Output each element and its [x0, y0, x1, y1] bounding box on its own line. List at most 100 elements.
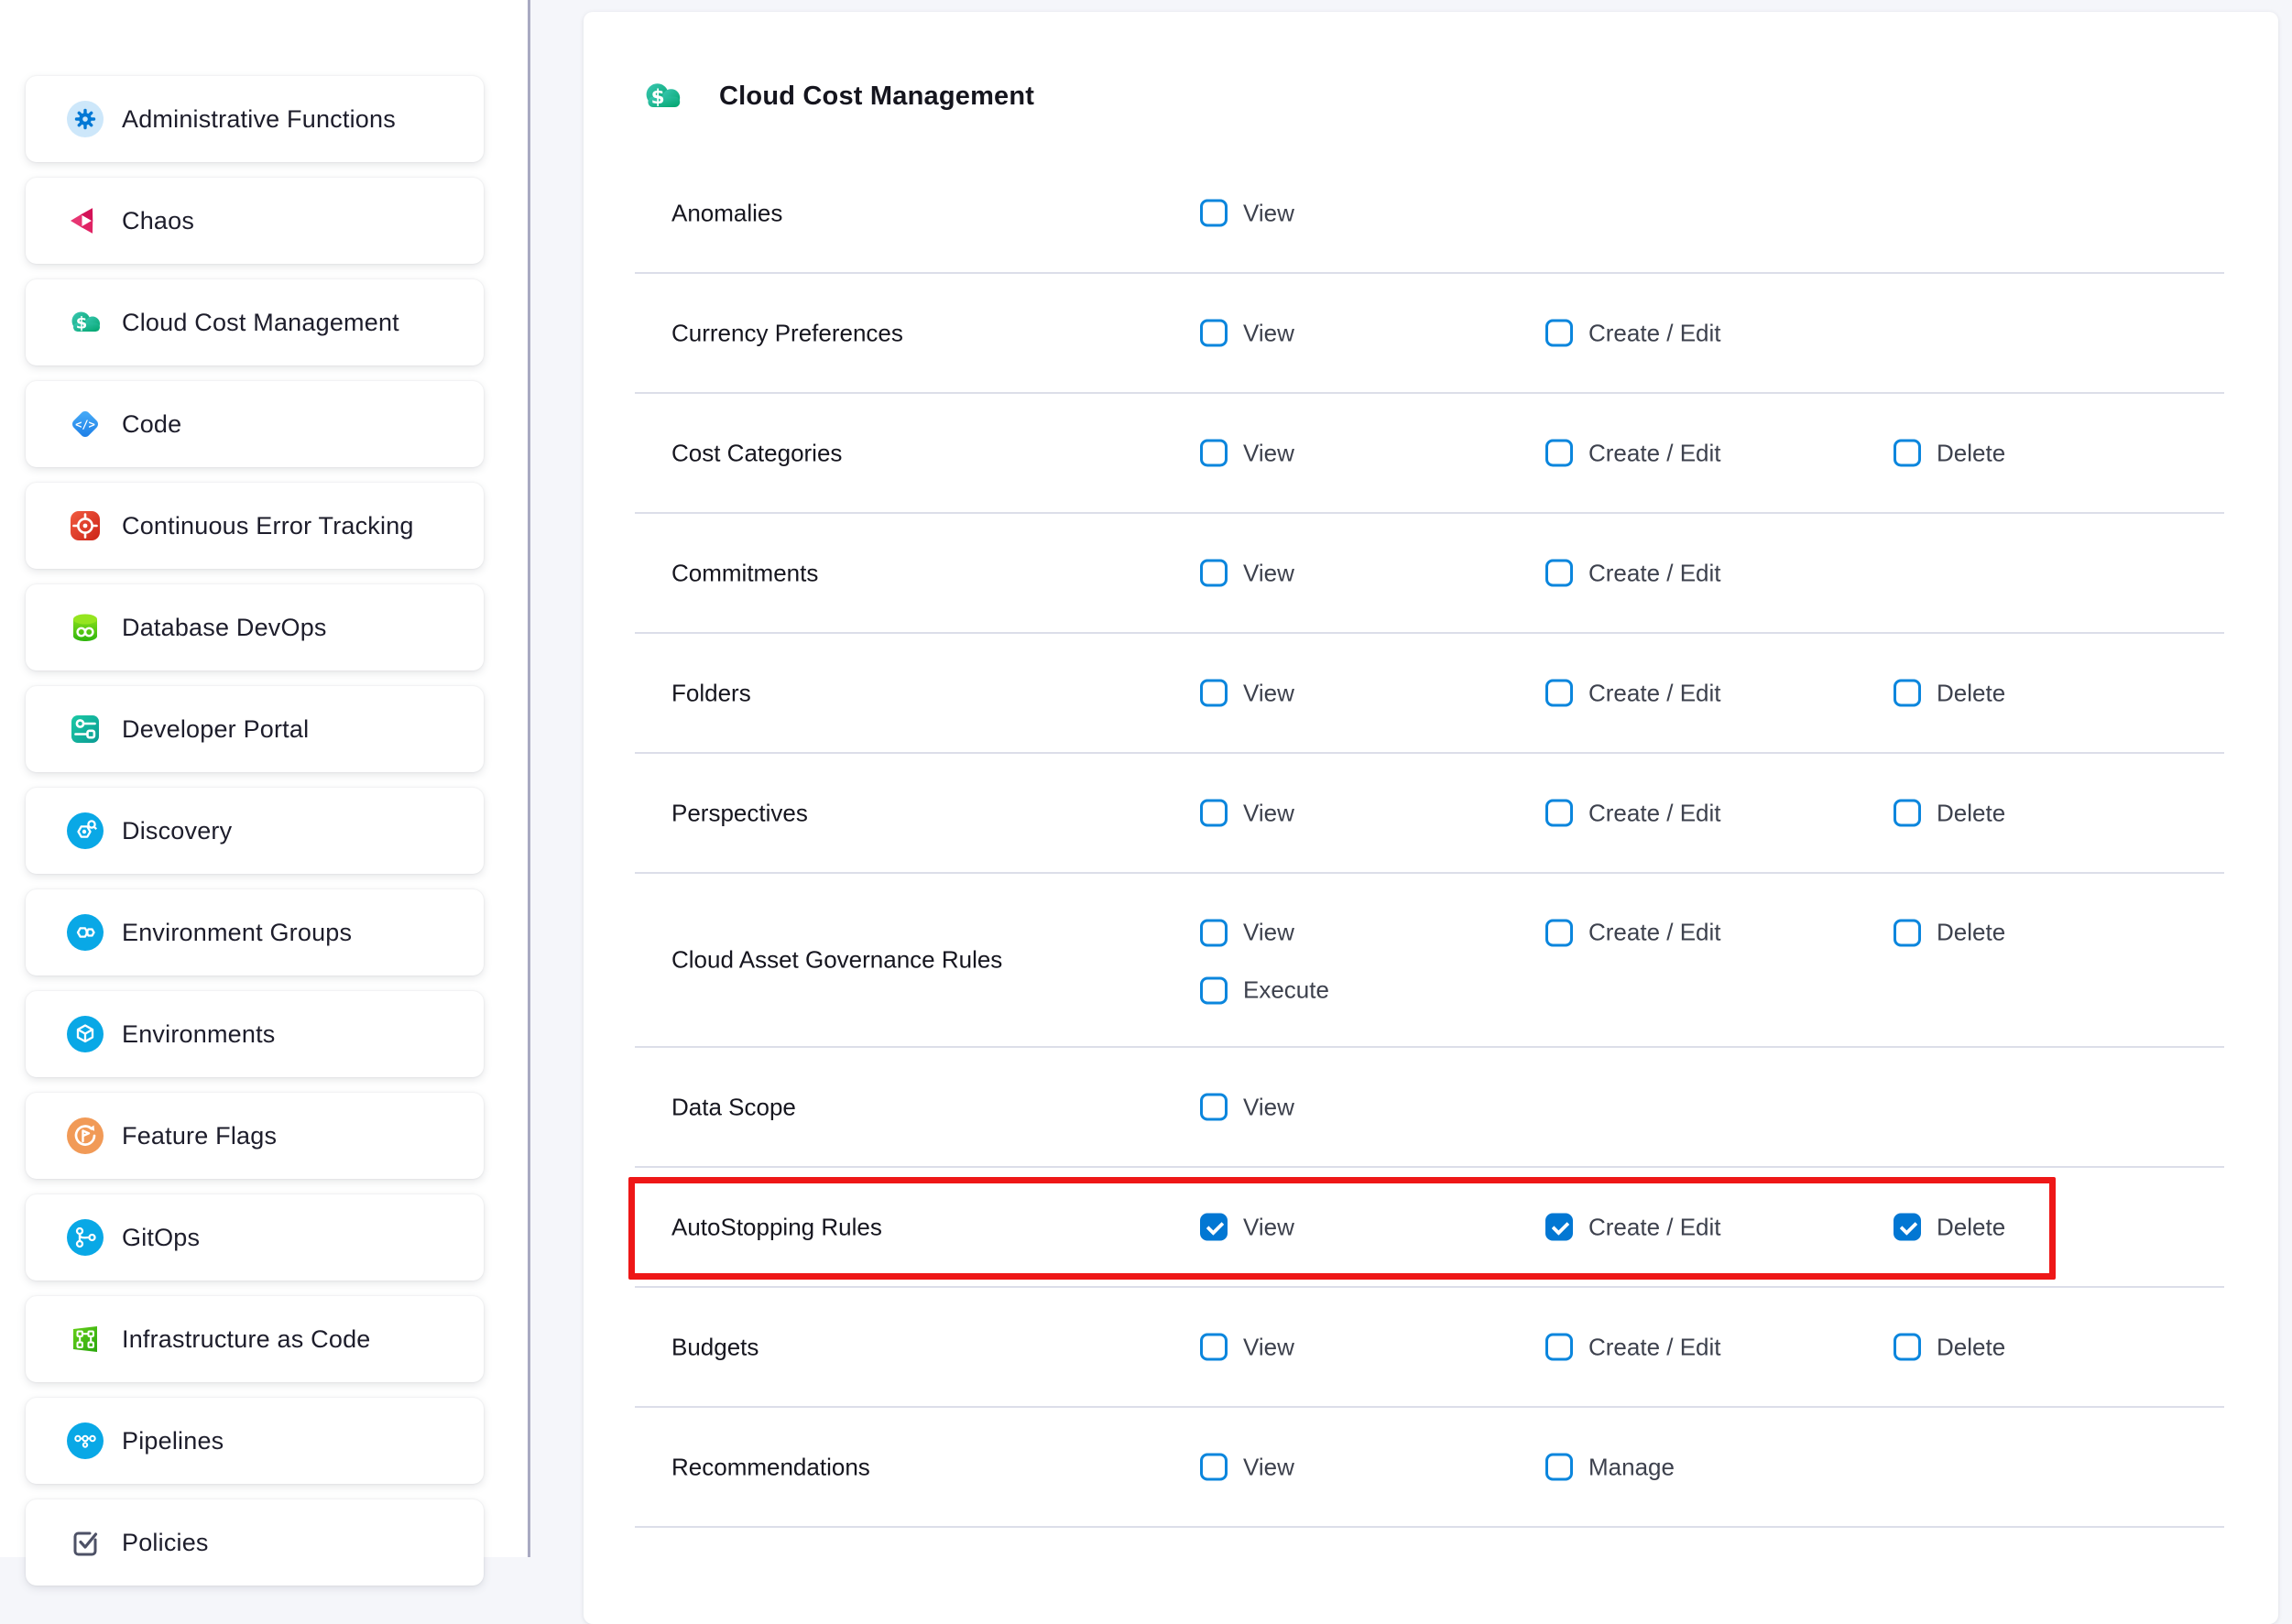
checkbox-label: View	[1243, 199, 1294, 227]
permission-cell-view: View	[1200, 439, 1294, 467]
permission-row-perspectives: PerspectivesViewCreate / EditDelete	[635, 754, 2224, 874]
checkbox-label: View	[1243, 799, 1294, 827]
view-checkbox[interactable]	[1200, 320, 1228, 347]
sidebar-item-label: Infrastructure as Code	[122, 1325, 371, 1354]
permission-cell-create-edit: Create / Edit	[1545, 1333, 1721, 1361]
permission-cell-delete: Delete	[1894, 1333, 2005, 1361]
create-edit-checkbox[interactable]	[1545, 919, 1573, 946]
view-checkbox[interactable]	[1200, 1094, 1228, 1121]
view-checkbox[interactable]	[1200, 440, 1228, 467]
environments-icon	[67, 1016, 104, 1052]
create-edit-checkbox[interactable]	[1545, 680, 1573, 707]
discovery-icon	[67, 812, 104, 849]
view-checkbox[interactable]	[1200, 680, 1228, 707]
checkbox-label: Delete	[1937, 1213, 2005, 1241]
checkbox-label: Delete	[1937, 439, 2005, 467]
permission-cell-view: View	[1200, 919, 1294, 947]
checkbox-label: Create / Edit	[1588, 679, 1721, 707]
checkbox-label: View	[1243, 1333, 1294, 1361]
permission-cell-view: View	[1200, 1333, 1294, 1361]
resource-label: Cost Categories	[671, 439, 842, 467]
manage-checkbox[interactable]	[1545, 1454, 1573, 1481]
create-edit-checkbox[interactable]	[1545, 1334, 1573, 1361]
permission-cell-delete: Delete	[1894, 439, 2005, 467]
delete-checkbox[interactable]	[1894, 1334, 1921, 1361]
sidebar-item-discovery[interactable]: Discovery	[26, 788, 484, 874]
checkbox-label: Create / Edit	[1588, 1333, 1721, 1361]
sidebar-item-label: Administrative Functions	[122, 105, 396, 134]
sidebar-item-administrative-functions[interactable]: Administrative Functions	[26, 76, 484, 162]
sidebar-item-label: Pipelines	[122, 1427, 224, 1455]
cloud-cost-management-icon: $	[67, 304, 104, 341]
permission-cell-delete: Delete	[1894, 679, 2005, 707]
permissions-panel: $ Cloud Cost Management AnomaliesViewCur…	[584, 12, 2278, 1624]
policies-icon	[67, 1524, 104, 1561]
delete-checkbox[interactable]	[1894, 800, 1921, 827]
permission-cell-create-edit: Create / Edit	[1545, 439, 1721, 467]
sidebar-item-pipelines[interactable]: Pipelines	[26, 1398, 484, 1484]
sidebar-item-label: Feature Flags	[122, 1122, 277, 1150]
gitops-icon	[67, 1219, 104, 1256]
environment-groups-icon	[67, 914, 104, 951]
sidebar-item-continuous-error-tracking[interactable]: Continuous Error Tracking	[26, 483, 484, 569]
sidebar-item-gitops[interactable]: GitOps	[26, 1194, 484, 1281]
execute-checkbox[interactable]	[1200, 976, 1228, 1004]
permissions-table: AnomaliesViewCurrency PreferencesViewCre…	[635, 154, 2224, 1528]
feature-flags-icon	[67, 1117, 104, 1154]
sidebar-item-label: Code	[122, 410, 181, 439]
sidebar-item-label: Chaos	[122, 207, 194, 235]
resource-label: Anomalies	[671, 199, 782, 227]
view-checkbox[interactable]	[1200, 200, 1228, 227]
sidebar-item-environments[interactable]: Environments	[26, 991, 484, 1077]
sidebar-item-code[interactable]: </>Code	[26, 381, 484, 467]
permission-cell-manage: Manage	[1545, 1453, 1675, 1481]
create-edit-checkbox[interactable]	[1545, 440, 1573, 467]
resource-label: Perspectives	[671, 799, 808, 827]
panel-header: $ Cloud Cost Management	[640, 74, 1034, 118]
panel-title: Cloud Cost Management	[719, 82, 1034, 112]
developer-portal-icon	[67, 711, 104, 747]
sidebar-item-chaos[interactable]: Chaos	[26, 178, 484, 264]
checkbox-label: Create / Edit	[1588, 1213, 1721, 1241]
checkbox-label: View	[1243, 319, 1294, 347]
permission-row-data-scope: Data ScopeView	[635, 1048, 2224, 1168]
sidebar-item-label: Continuous Error Tracking	[122, 512, 414, 540]
sidebar-item-cloud-cost-management[interactable]: $ Cloud Cost Management	[26, 279, 484, 365]
create-edit-checkbox[interactable]	[1545, 560, 1573, 587]
view-checkbox[interactable]	[1200, 1214, 1228, 1241]
sidebar-item-feature-flags[interactable]: Feature Flags	[26, 1093, 484, 1179]
permission-row-autostopping-rules: AutoStopping RulesViewCreate / EditDelet…	[635, 1168, 2224, 1288]
checkbox-label: View	[1243, 919, 1294, 947]
pipelines-icon	[67, 1422, 104, 1459]
chaos-icon	[67, 202, 104, 239]
delete-checkbox[interactable]	[1894, 1214, 1921, 1241]
delete-checkbox[interactable]	[1894, 919, 1921, 946]
permission-cell-create-edit: Create / Edit	[1545, 919, 1721, 947]
permission-cell-delete: Delete	[1894, 919, 2005, 947]
create-edit-checkbox[interactable]	[1545, 320, 1573, 347]
permission-row-currency-preferences: Currency PreferencesViewCreate / Edit	[635, 274, 2224, 394]
view-checkbox[interactable]	[1200, 1334, 1228, 1361]
permission-row-cost-categories: Cost Categories View Create / Edit Delete	[635, 394, 2224, 514]
view-checkbox[interactable]	[1200, 560, 1228, 587]
view-checkbox[interactable]	[1200, 919, 1228, 946]
create-edit-checkbox[interactable]	[1545, 1214, 1573, 1241]
permission-row-budgets: BudgetsViewCreate / EditDelete	[635, 1288, 2224, 1408]
delete-checkbox[interactable]	[1894, 440, 1921, 467]
permission-row-commitments: CommitmentsViewCreate / Edit	[635, 514, 2224, 634]
sidebar-item-infrastructure-as-code[interactable]: Infrastructure as Code	[26, 1296, 484, 1382]
checkbox-label: View	[1243, 1453, 1294, 1481]
delete-checkbox[interactable]	[1894, 680, 1921, 707]
create-edit-checkbox[interactable]	[1545, 800, 1573, 827]
resource-label: AutoStopping Rules	[671, 1213, 882, 1241]
sidebar-item-database-devops[interactable]: Database DevOps	[26, 584, 484, 670]
permission-row-anomalies: Anomalies View	[635, 154, 2224, 274]
resource-label: Folders	[671, 679, 751, 707]
sidebar-item-label: Cloud Cost Management	[122, 309, 399, 337]
view-checkbox[interactable]	[1200, 800, 1228, 827]
sidebar-item-environment-groups[interactable]: Environment Groups	[26, 889, 484, 975]
sidebar-item-policies[interactable]: Policies	[26, 1499, 484, 1586]
sidebar-item-developer-portal[interactable]: Developer Portal	[26, 686, 484, 772]
view-checkbox[interactable]	[1200, 1454, 1228, 1481]
permission-cell-view: View	[1200, 799, 1294, 827]
